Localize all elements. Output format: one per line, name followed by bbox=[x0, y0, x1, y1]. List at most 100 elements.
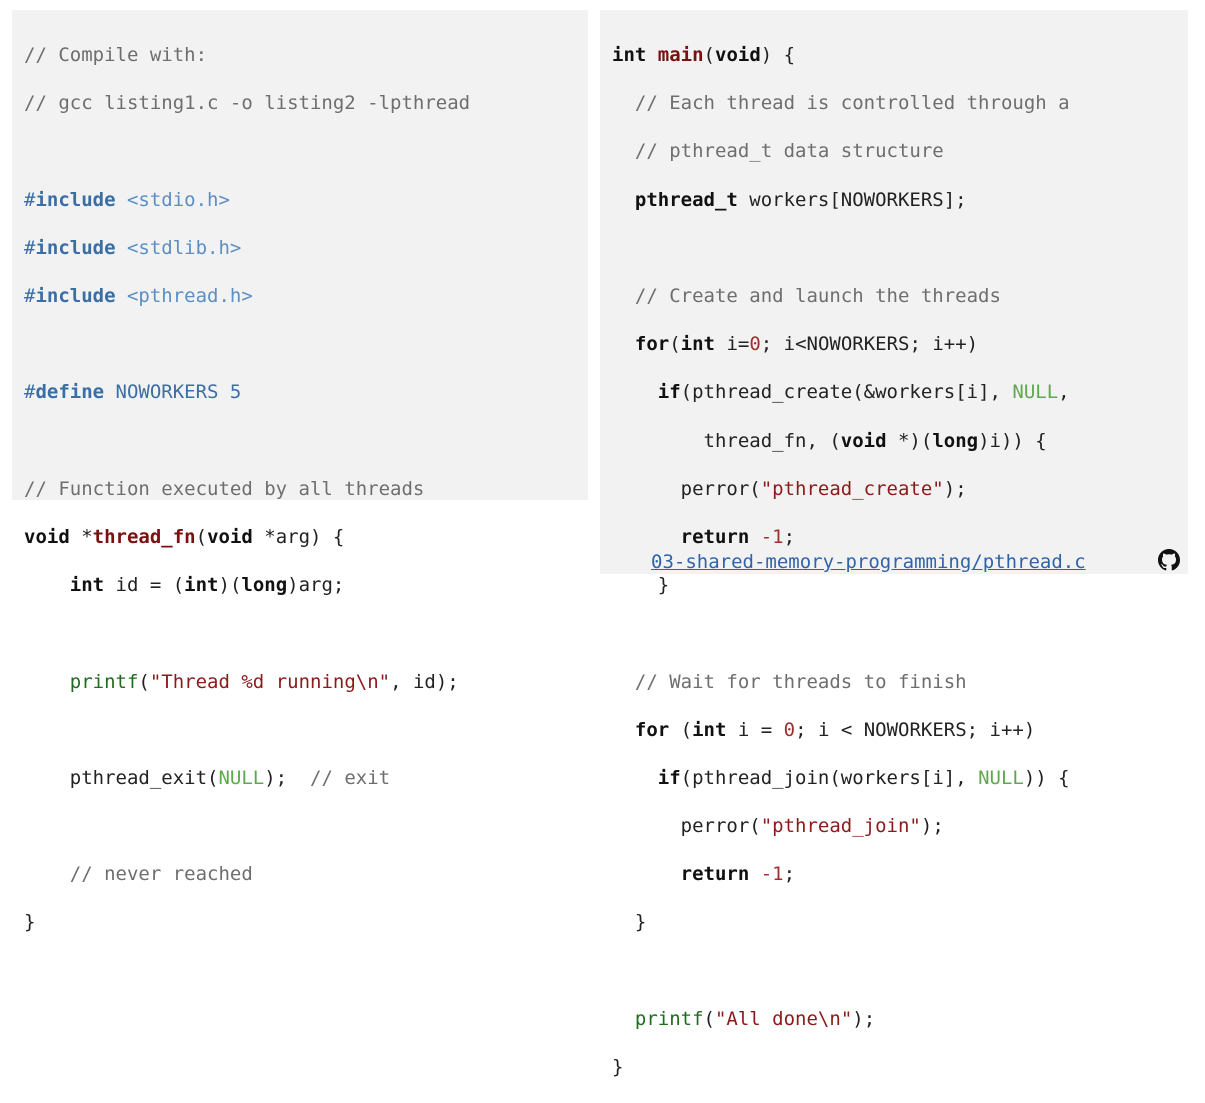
code-line: pthread_t workers[NOWORKERS]; bbox=[612, 188, 1188, 212]
code-token: int bbox=[612, 44, 647, 67]
code-token: )( bbox=[218, 574, 242, 597]
code-token: pthread_exit( bbox=[24, 766, 219, 789]
code-token: <stdio.h> bbox=[115, 188, 230, 211]
code-token: -1 bbox=[760, 863, 784, 886]
code-token: main bbox=[657, 44, 704, 67]
code-line: #include <stdio.h> bbox=[24, 188, 588, 212]
code-line: } bbox=[612, 1056, 624, 1079]
code-token: ); bbox=[943, 477, 967, 500]
code-token: include bbox=[35, 236, 116, 259]
code-line: // pthread_t data structure bbox=[612, 139, 1188, 163]
code-token: ); bbox=[920, 815, 944, 838]
code-token: include bbox=[35, 188, 116, 211]
code-line: // Function executed by all threads bbox=[24, 477, 425, 500]
code-token: "pthread_create" bbox=[760, 477, 944, 500]
code-token: # bbox=[24, 381, 36, 404]
code-token: perror( bbox=[612, 815, 761, 838]
code-token: # bbox=[24, 236, 36, 259]
code-line: } bbox=[24, 911, 36, 934]
code-token: ; bbox=[783, 863, 796, 886]
code-line: // Compile with: bbox=[24, 44, 208, 67]
code-line: pthread_exit(NULL); // exit bbox=[24, 766, 588, 790]
code-token: *)( bbox=[886, 429, 933, 452]
code-token: <pthread.h> bbox=[115, 285, 253, 308]
code-line: perror("pthread_join"); bbox=[612, 814, 1188, 838]
source-file-link[interactable]: 03-shared-memory-programming/pthread.c bbox=[651, 551, 1086, 573]
code-token: int bbox=[69, 574, 105, 597]
code-token: (pthread_join(workers[i], bbox=[680, 766, 979, 789]
code-token: return bbox=[680, 525, 750, 548]
code-token: int bbox=[184, 574, 219, 597]
code-token: long bbox=[241, 574, 288, 597]
code-token: // Create and launch the threads bbox=[634, 285, 1001, 308]
code-block-left: // Compile with: // gcc listing1.c -o li… bbox=[12, 10, 588, 933]
code-token: for bbox=[634, 718, 670, 741]
code-block-right: int main(void) { // Each thread is contr… bbox=[600, 10, 1188, 1078]
code-token: id = ( bbox=[104, 574, 185, 597]
code-token: NULL bbox=[218, 766, 265, 789]
code-token: # bbox=[24, 285, 36, 308]
code-token: for bbox=[634, 333, 670, 356]
code-token: // pthread_t data structure bbox=[634, 140, 944, 163]
code-line: return -1; bbox=[612, 862, 1188, 886]
code-line: // Each thread is controlled through a bbox=[612, 91, 1188, 115]
code-token: )) { bbox=[1023, 766, 1070, 789]
code-token: NOWORKERS 5 bbox=[104, 381, 242, 404]
code-token: int bbox=[692, 718, 727, 741]
code-token: pthread_t bbox=[634, 188, 738, 211]
code-token: void bbox=[840, 429, 887, 452]
code-token: ( bbox=[138, 670, 150, 693]
code-token: "pthread_join" bbox=[760, 815, 921, 838]
code-token: define bbox=[35, 381, 105, 404]
code-line: // Create and launch the threads bbox=[612, 284, 1188, 308]
code-token: "Thread %d running\n" bbox=[149, 670, 391, 693]
code-token: ; bbox=[783, 525, 796, 548]
code-token: ; i<NOWORKERS; i++) bbox=[760, 333, 979, 356]
code-token: <stdlib.h> bbox=[115, 236, 242, 259]
code-token: ( bbox=[669, 718, 693, 741]
code-line: for (int i = 0; i < NOWORKERS; i++) bbox=[612, 718, 1188, 742]
code-line: // never reached bbox=[24, 862, 588, 886]
code-line: // Wait for threads to finish bbox=[612, 670, 1188, 694]
code-token: long bbox=[932, 429, 979, 452]
code-token: 0 bbox=[749, 333, 761, 356]
code-token: printf bbox=[69, 670, 139, 693]
code-line: } bbox=[612, 911, 647, 934]
code-token: # bbox=[24, 188, 36, 211]
code-token: (pthread_create(&workers[i], bbox=[680, 381, 1013, 404]
code-token: include bbox=[35, 285, 116, 308]
code-token: i= bbox=[715, 333, 750, 356]
code-token: if bbox=[657, 766, 681, 789]
code-token: void bbox=[207, 525, 253, 548]
code-token: // exit bbox=[310, 766, 391, 789]
code-token: )arg; bbox=[287, 574, 345, 597]
code-token: * bbox=[69, 525, 93, 548]
code-token: thread_fn, ( bbox=[612, 429, 841, 452]
code-token: thread_fn bbox=[92, 525, 196, 548]
code-token: NULL bbox=[978, 766, 1024, 789]
code-line: // gcc listing1.c -o listing2 -lpthread bbox=[24, 92, 471, 115]
github-icon[interactable] bbox=[1158, 549, 1180, 571]
code-line: if(pthread_create(&workers[i], NULL, bbox=[612, 380, 1188, 404]
code-token: void bbox=[715, 44, 761, 67]
